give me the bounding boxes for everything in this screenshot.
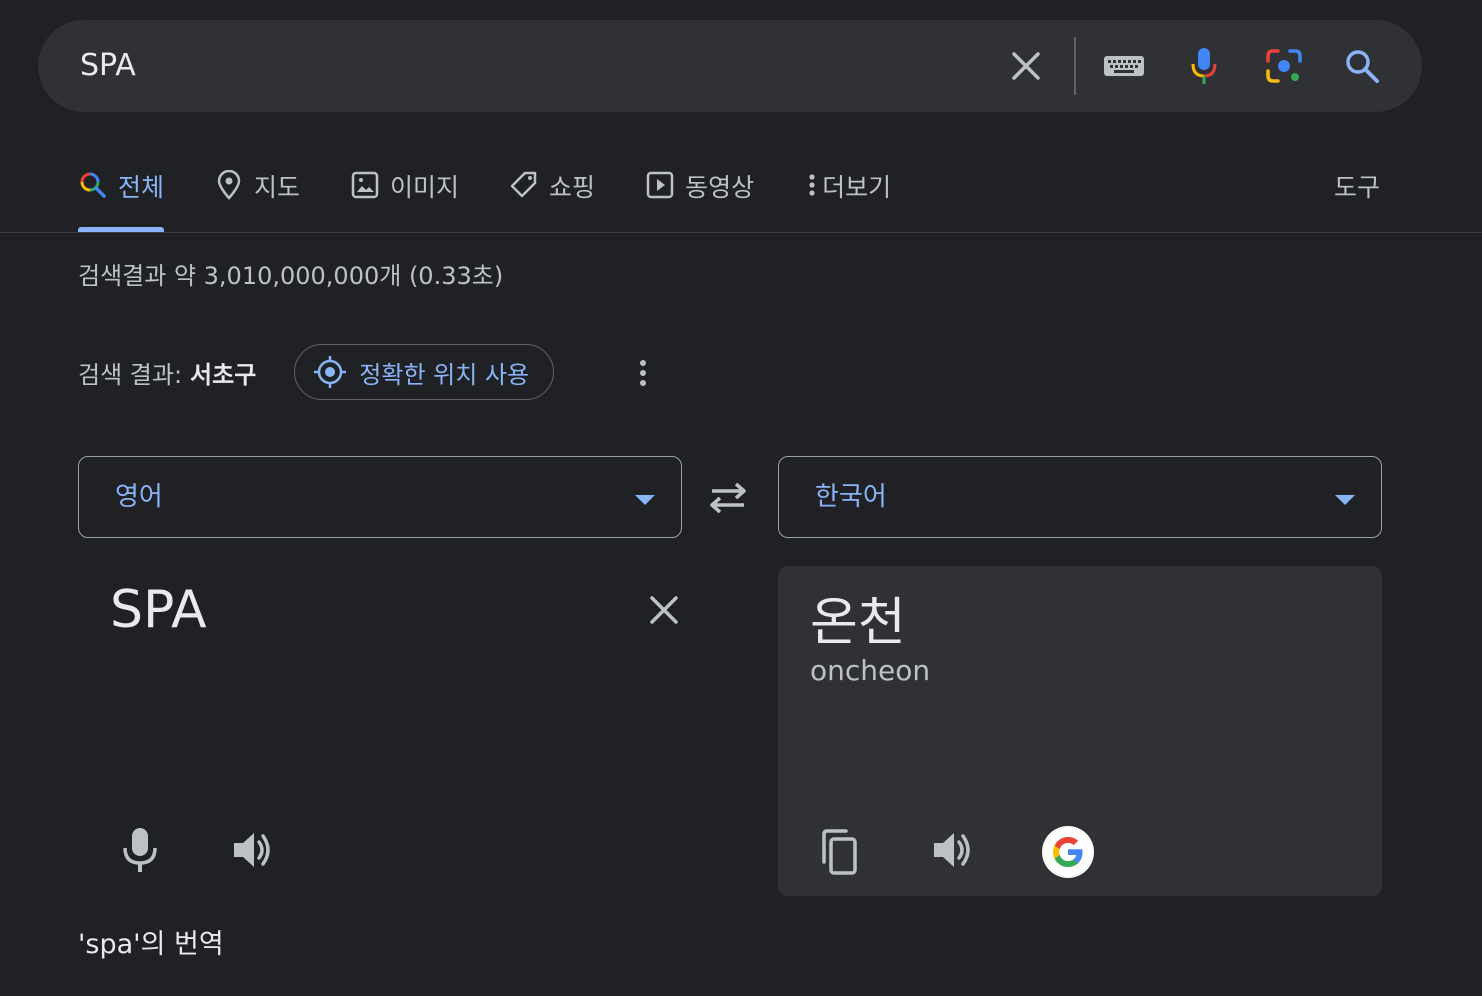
translated-text: 온천 <box>810 593 906 653</box>
tab-all[interactable]: 전체 <box>78 150 165 232</box>
search-icon[interactable] <box>1342 46 1382 86</box>
tab-shopping[interactable]: 쇼핑 <box>509 150 595 232</box>
dropdown-arrow-icon <box>1335 495 1355 505</box>
tab-more[interactable]: 더보기 <box>804 150 891 232</box>
mic-icon[interactable] <box>118 826 162 874</box>
precise-location-button[interactable]: 정확한 위치 사용 <box>294 344 555 400</box>
location-label: 검색 결과: <box>78 360 183 389</box>
close-icon[interactable] <box>644 590 684 630</box>
precise-location-label: 정확한 위치 사용 <box>359 360 530 389</box>
tab-label: 더보기 <box>822 173 892 202</box>
keyboard-icon[interactable] <box>1104 46 1144 86</box>
search-bar[interactable]: SPA <box>38 20 1422 112</box>
source-text-input[interactable]: SPA <box>110 580 207 640</box>
source-language-label: 영어 <box>115 482 163 512</box>
swap-languages-icon[interactable] <box>706 478 750 518</box>
dropdown-arrow-icon <box>635 495 655 505</box>
source-language-select[interactable]: 영어 <box>78 456 682 538</box>
tab-label: 전체 <box>118 173 165 202</box>
image-icon <box>350 170 380 200</box>
tab-label: 쇼핑 <box>549 173 596 202</box>
translation-output-box: 온천 oncheon <box>778 566 1382 896</box>
tab-label: 지도 <box>254 173 301 202</box>
map-pin-icon <box>214 170 244 200</box>
translation-footer: 'spa'의 번역 <box>78 929 224 960</box>
tag-icon <box>509 170 539 200</box>
google-lens-icon[interactable] <box>1264 46 1304 86</box>
tab-label: 동영상 <box>685 173 755 202</box>
location-row: 검색 결과: 서초구 정확한 위치 사용 <box>78 344 555 400</box>
location-value: 서초구 <box>190 360 257 389</box>
play-icon <box>645 170 675 200</box>
search-tabs: 전체 지도 이미지 쇼핑 동영상 더보기 <box>78 150 941 232</box>
close-icon[interactable] <box>1006 46 1046 86</box>
speaker-icon[interactable] <box>930 828 974 872</box>
search-divider <box>1074 37 1076 95</box>
target-language-select[interactable]: 한국어 <box>778 456 1382 538</box>
mic-icon[interactable] <box>1184 46 1224 86</box>
search-input[interactable]: SPA <box>80 20 136 112</box>
more-options-icon[interactable] <box>628 356 658 390</box>
copy-icon[interactable] <box>818 828 862 876</box>
tab-maps[interactable]: 지도 <box>214 150 300 232</box>
tab-label: 이미지 <box>390 173 460 202</box>
result-stats: 검색결과 약 3,010,000,000개 (0.33초) <box>78 262 504 290</box>
speaker-icon[interactable] <box>230 828 274 872</box>
google-translate-icon[interactable] <box>1042 826 1094 878</box>
tools-button[interactable]: 도구 <box>1334 168 1380 204</box>
romanization-text: oncheon <box>810 654 931 687</box>
target-language-label: 한국어 <box>815 482 887 512</box>
my-location-icon <box>313 355 347 389</box>
search-icon <box>78 170 108 200</box>
more-vert-icon <box>804 170 820 200</box>
tabs-divider <box>0 232 1482 233</box>
tab-videos[interactable]: 동영상 <box>645 150 754 232</box>
tab-images[interactable]: 이미지 <box>350 150 459 232</box>
